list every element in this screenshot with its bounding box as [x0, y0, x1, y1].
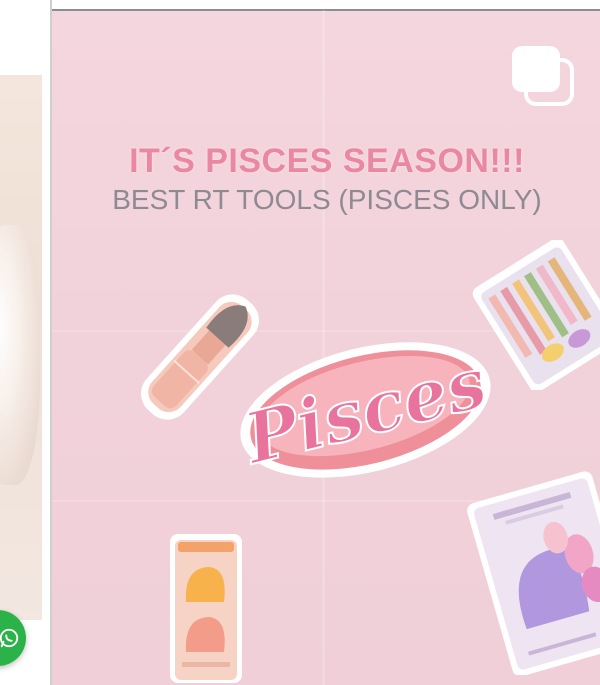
post-subheadline: BEST RT TOOLS (PISCES ONLY): [112, 184, 542, 215]
multiple-images-icon: [512, 46, 574, 106]
sponge-set-sticker: [467, 471, 600, 675]
previous-post-image: [0, 225, 40, 485]
previous-post-thumbnail[interactable]: [0, 75, 42, 620]
post-headline: IT´S PISCES SEASON!!!: [129, 142, 525, 180]
post-image[interactable]: IT´S PISCES SEASON!!! BEST RT TOOLS (PIS…: [50, 0, 600, 685]
post-top-border: [52, 0, 600, 11]
whatsapp-icon: [0, 628, 19, 648]
pisces-logo-sticker: Pisces: [234, 339, 496, 481]
sponge-pack-sticker: [170, 534, 242, 683]
